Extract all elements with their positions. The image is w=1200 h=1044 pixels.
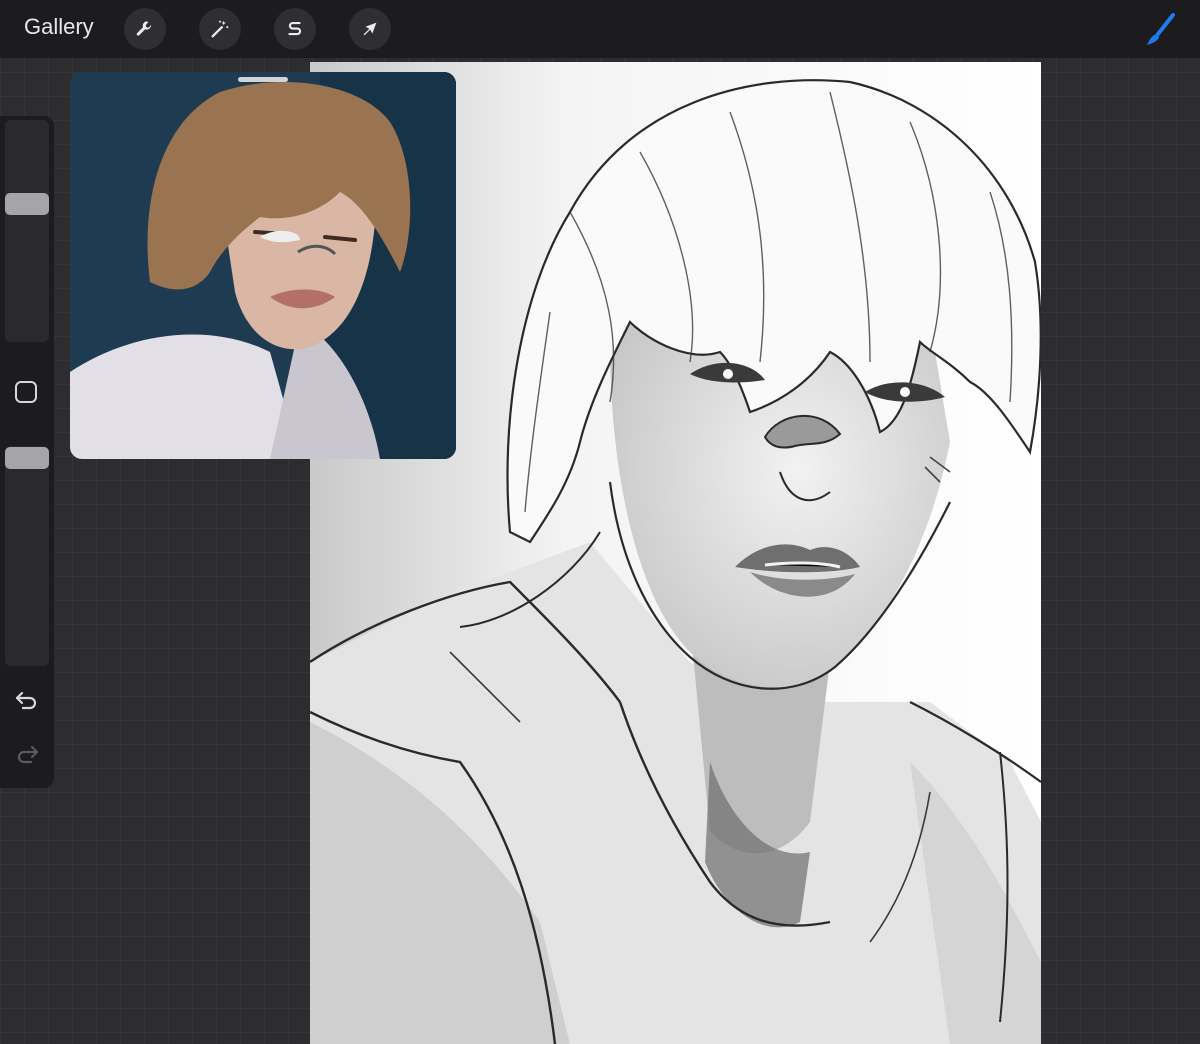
wrench-icon bbox=[136, 21, 152, 36]
left-sidebar bbox=[0, 116, 54, 788]
transform-button[interactable] bbox=[349, 8, 391, 50]
actions-button[interactable] bbox=[124, 8, 166, 50]
redo-icon[interactable] bbox=[13, 742, 41, 766]
brush-size-thumb[interactable] bbox=[5, 193, 49, 215]
brush-size-slider[interactable] bbox=[5, 120, 49, 342]
undo-icon[interactable] bbox=[13, 688, 41, 712]
brush-icon bbox=[1147, 13, 1175, 45]
modify-button[interactable] bbox=[15, 381, 37, 403]
gallery-button[interactable]: Gallery bbox=[24, 14, 94, 40]
selection-button[interactable] bbox=[274, 8, 316, 50]
reference-window[interactable] bbox=[70, 72, 456, 459]
opacity-slider[interactable] bbox=[5, 446, 49, 666]
reference-drag-handle[interactable] bbox=[238, 77, 288, 82]
adjustments-button[interactable] bbox=[199, 8, 241, 50]
reference-photo bbox=[70, 72, 456, 459]
brush-button[interactable] bbox=[1140, 10, 1180, 50]
selection-s-icon bbox=[288, 21, 302, 36]
opacity-thumb[interactable] bbox=[5, 447, 49, 469]
arrow-cursor-icon bbox=[363, 22, 377, 36]
magic-wand-icon bbox=[211, 20, 229, 38]
top-toolbar: Gallery bbox=[0, 0, 1200, 58]
